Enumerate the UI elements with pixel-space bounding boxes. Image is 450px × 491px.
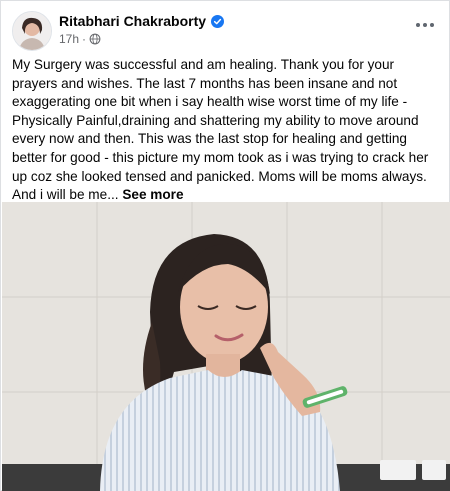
- more-options-icon: [416, 23, 420, 27]
- avatar-image: [13, 12, 51, 50]
- avatar[interactable]: [12, 11, 52, 51]
- post-header: Ritabhari Chakraborty 17h ·: [12, 11, 440, 51]
- more-options-dot: [430, 23, 434, 27]
- see-more-link[interactable]: See more: [122, 187, 183, 202]
- post-meta: 17h ·: [59, 32, 101, 46]
- post-body: My Surgery was successful and am healing…: [12, 57, 429, 203]
- facebook-post: Ritabhari Chakraborty 17h · My Surgery w…: [0, 0, 450, 491]
- more-options-dot: [423, 23, 427, 27]
- post-text: My Surgery was successful and am healing…: [12, 56, 440, 205]
- post-photo[interactable]: [2, 202, 450, 491]
- author-name[interactable]: Ritabhari Chakraborty: [59, 13, 206, 29]
- globe-icon: [89, 33, 101, 45]
- more-options-button[interactable]: [410, 15, 440, 35]
- name-row: Ritabhari Chakraborty: [59, 13, 225, 29]
- post-timestamp[interactable]: 17h: [59, 32, 79, 46]
- photo-image: [2, 202, 450, 491]
- verified-badge-icon: [211, 14, 225, 28]
- meta-separator: ·: [82, 32, 87, 46]
